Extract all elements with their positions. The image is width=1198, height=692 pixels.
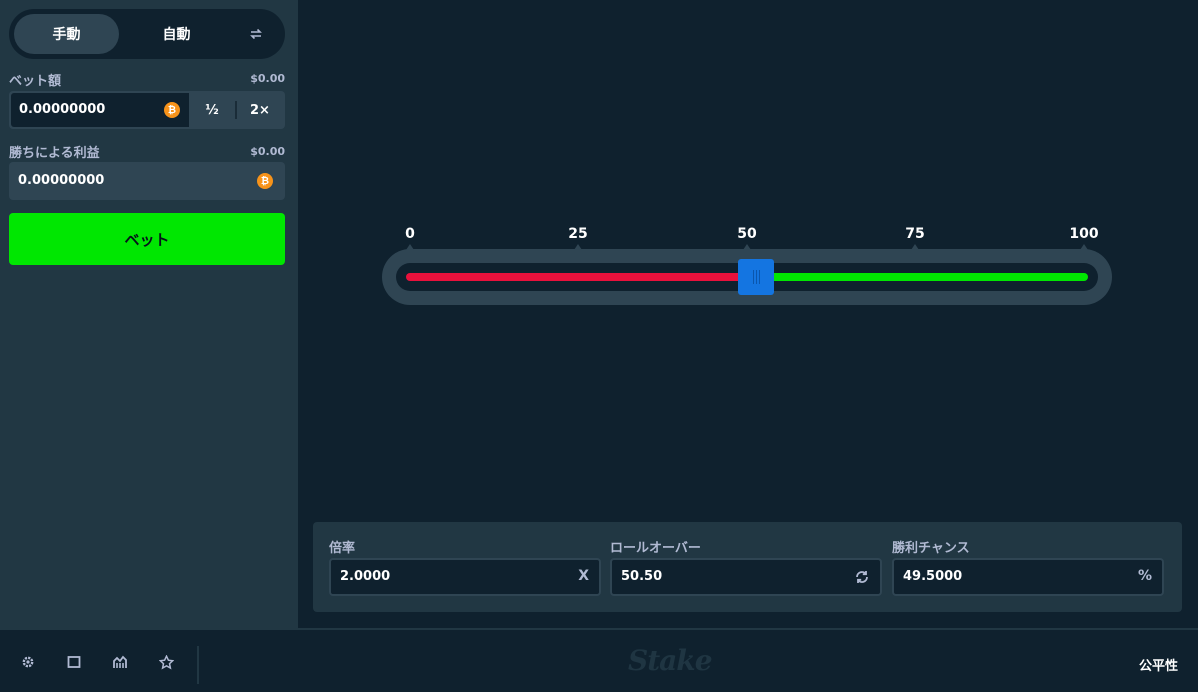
multiplier-x-icon: X xyxy=(578,568,589,584)
swap-icon[interactable] xyxy=(245,23,267,45)
bitcoin-icon: ₿ xyxy=(164,102,180,118)
win-chance-value: 49.5000 xyxy=(903,569,963,584)
bet-button[interactable]: ベット xyxy=(9,213,285,265)
slider-tick-label: 75 xyxy=(905,226,925,242)
double-button[interactable]: 2× xyxy=(237,91,283,129)
multiplier-value: 2.0000 xyxy=(340,569,391,584)
multiplier-label: 倍率 xyxy=(329,541,356,556)
slider-tick-label: 25 xyxy=(568,226,588,242)
win-chance-input[interactable]: 49.5000 % xyxy=(892,558,1164,596)
slider-track-lose xyxy=(406,273,756,281)
slider-tick-label: 0 xyxy=(405,226,415,242)
refresh-icon[interactable] xyxy=(854,569,870,589)
bet-amount-value: 0.00000000 xyxy=(19,102,106,117)
tab-manual[interactable]: 手動 xyxy=(14,14,119,54)
roll-over-label: ロールオーバー xyxy=(610,541,701,556)
stats-chart-icon[interactable] xyxy=(112,654,128,670)
slider-tick-label: 50 xyxy=(737,226,757,242)
gear-icon[interactable] xyxy=(20,654,36,670)
bitcoin-icon: ₿ xyxy=(257,173,273,189)
roll-over-value: 50.50 xyxy=(621,569,663,584)
roll-over-input[interactable]: 50.50 xyxy=(610,558,882,596)
theatre-mode-icon[interactable] xyxy=(66,654,82,670)
stats-panel: 倍率 2.0000 X ロールオーバー 50.50 勝利チャンス 49.5000… xyxy=(313,522,1182,612)
fairness-link[interactable]: 公平性 xyxy=(1139,655,1178,674)
bet-amount-label: ベット額 xyxy=(9,74,62,89)
slider-tick-label: 100 xyxy=(1069,226,1099,242)
profit-value: 0.00000000 xyxy=(18,173,105,188)
profit-field: 0.00000000 ₿ xyxy=(9,162,285,200)
tab-auto[interactable]: 自動 xyxy=(124,14,229,54)
win-chance-label: 勝利チャンス xyxy=(892,541,970,556)
profit-label: 勝ちによる利益 xyxy=(9,146,100,161)
bet-amount-input[interactable]: 0.00000000 ₿ xyxy=(11,93,189,127)
star-icon[interactable] xyxy=(158,654,174,670)
stake-logo: Stake xyxy=(628,644,713,677)
bet-sidebar: 手動 自動 ベット額 $0.00 0.00000000 ₿ ½ 2× 勝ちによる… xyxy=(0,0,298,628)
slider-track-win xyxy=(756,273,1088,281)
bet-amount-usd: $0.00 xyxy=(250,72,285,85)
slider-thumb[interactable] xyxy=(738,259,774,295)
mode-switch: 手動 自動 xyxy=(9,9,285,59)
profit-usd: $0.00 xyxy=(250,145,285,158)
multiplier-input[interactable]: 2.0000 X xyxy=(329,558,601,596)
footer-divider xyxy=(197,646,199,684)
footer-bar: Stake 公平性 xyxy=(0,628,1198,692)
bet-amount-group: 0.00000000 ₿ ½ 2× xyxy=(9,91,285,129)
half-button[interactable]: ½ xyxy=(189,91,235,129)
percent-icon: % xyxy=(1137,568,1152,584)
dice-game-app: 手動 自動 ベット額 $0.00 0.00000000 ₿ ½ 2× 勝ちによる… xyxy=(0,0,1198,692)
